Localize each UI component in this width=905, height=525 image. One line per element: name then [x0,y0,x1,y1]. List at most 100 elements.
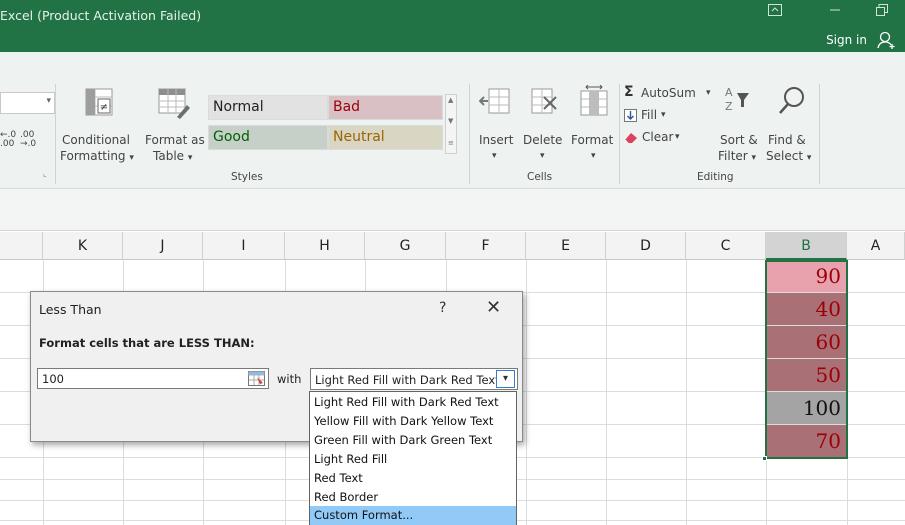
sort-filter-button[interactable]: A Z Sort & Filter ▾ [716,85,762,175]
format-option[interactable]: Light Red Fill with Dark Red Text [310,393,516,412]
format-label: Format [571,133,614,147]
magnifier-icon [779,87,804,114]
styles-group-label: Styles [231,171,263,183]
dialog-title: Less Than [39,302,102,317]
style-neutral[interactable]: Neutral [328,125,443,150]
sort-filter-icon: A Z [725,86,749,113]
svg-text:≠: ≠ [100,102,108,113]
fill-caret-icon: ▾ [661,110,666,120]
column-header-i[interactable]: I [203,232,285,260]
column-header-g[interactable]: G [365,232,446,260]
group-separator [819,84,820,184]
insert-label: Insert [479,133,514,147]
ribbon-display-options-icon[interactable] [768,4,782,19]
insert-caret-icon: ▾ [492,151,497,161]
conditional-formatting-label: Conditional [62,133,130,147]
cells-group-label: Cells [527,171,553,183]
fill-label: Fill [641,108,658,122]
close-icon[interactable]: ✕ [486,297,501,318]
number-format-select[interactable]: ▾ [0,92,55,114]
insert-cells-icon [479,88,510,114]
fill-handle[interactable] [762,456,767,461]
selection-border [765,260,848,459]
format-option[interactable]: Custom Format... [310,506,516,525]
clear-button[interactable]: Clear ▾ [624,129,684,147]
group-separator [469,84,470,184]
user-icon[interactable] [877,31,897,49]
insert-cells-button[interactable]: Insert ▾ [473,85,519,175]
delete-caret-icon: ▾ [540,151,545,161]
sign-in-link[interactable]: Sign in [826,33,867,47]
style-good[interactable]: Good [208,125,328,150]
column-header-a[interactable]: A [847,232,905,260]
editing-group-label: Editing [697,171,734,183]
format-option[interactable]: Green Fill with Dark Green Text [310,431,516,450]
format-as-table-label: Format as [145,133,205,147]
autosum-caret-icon: ▾ [706,88,711,98]
decrease-decimal-button[interactable]: ←.0.00 [0,131,16,149]
restore-button[interactable] [876,4,889,19]
sort-filter-label: Sort & [720,133,758,147]
column-header-d[interactable]: D [606,232,686,260]
conditional-formatting-label-2: Formatting ▾ [60,149,134,163]
column-header-k[interactable]: K [43,232,123,260]
format-as-table-icon [158,88,190,119]
sort-filter-label-2: Filter ▾ [718,149,757,163]
delete-label: Delete [523,133,563,147]
scroll-up-icon[interactable]: ▲ [448,96,453,104]
format-as-table-button[interactable]: Format as Table ▾ [143,85,209,173]
group-separator [619,84,620,184]
format-option[interactable]: Red Border [310,488,516,507]
svg-text:A: A [725,86,733,99]
select-all-corner[interactable] [0,232,43,260]
more-styles-icon[interactable]: ≡ [448,139,454,147]
delete-cells-icon [531,88,557,114]
format-cells-button[interactable]: Format ▾ [569,85,619,175]
column-header-b[interactable]: B [766,232,847,260]
conditional-formatting-button[interactable]: ≠ Conditional Formatting ▾ [58,85,142,173]
format-option[interactable]: Red Text [310,469,516,488]
autosum-label: AutoSum [641,86,696,100]
svg-text:Z: Z [725,100,733,113]
column-header-e[interactable]: E [526,232,606,260]
column-header-h[interactable]: H [285,232,365,260]
threshold-value-input[interactable]: 100 [37,368,269,389]
autosum-button[interactable]: Σ AutoSum ▾ [624,85,712,103]
find-select-label: Find & [768,133,806,147]
eraser-icon [624,133,637,144]
scroll-down-icon[interactable]: ▼ [448,117,453,125]
increase-decimal-button[interactable]: .00 →.0 [20,131,36,149]
number-dialog-launcher-icon[interactable]: ⌞ [43,169,47,178]
style-bad[interactable]: Bad [328,95,443,120]
fill-down-icon [624,109,637,122]
dialog-prompt: Format cells that are LESS THAN: [39,336,255,350]
format-options-list: Light Red Fill with Dark Red Text Yellow… [309,391,517,525]
column-headers: K J I H G F E D C B A [0,232,905,260]
format-style-select[interactable]: Light Red Fill with Dark Red Text [310,368,518,390]
help-button[interactable]: ? [439,300,446,316]
find-select-button[interactable]: Find & Select ▾ [765,85,815,175]
clear-caret-icon: ▾ [675,132,680,142]
delete-cells-button[interactable]: Delete ▾ [520,85,570,175]
styles-gallery-scroll[interactable]: ▲ ▼ ≡ [445,94,457,154]
window-title: Excel (Product Activation Failed) [0,8,202,23]
clear-label: Clear [642,130,674,144]
sigma-icon: Σ [624,84,634,100]
format-option[interactable]: Yellow Fill with Dark Yellow Text [310,412,516,431]
format-cells-icon [580,85,608,116]
fill-button[interactable]: Fill ▾ [624,107,674,125]
dropdown-arrow-icon[interactable]: ▾ [496,370,515,388]
title-bar: Excel (Product Activation Failed) Sign i… [0,0,905,52]
style-normal[interactable]: Normal [208,95,328,120]
format-as-table-label-2: Table ▾ [153,149,193,163]
column-header-j[interactable]: J [123,232,203,260]
minimize-button[interactable] [828,0,842,19]
with-label: with [277,372,302,386]
format-caret-icon: ▾ [591,151,596,161]
format-option[interactable]: Light Red Fill [310,450,516,469]
formula-bar-area [0,189,905,231]
ribbon: ▾ ←.0.00 .00 →.0 ⌞ ≠ Conditional Formatti… [0,52,905,189]
column-header-c[interactable]: C [686,232,766,260]
range-selector-icon[interactable] [248,371,265,386]
column-header-f[interactable]: F [446,232,526,260]
